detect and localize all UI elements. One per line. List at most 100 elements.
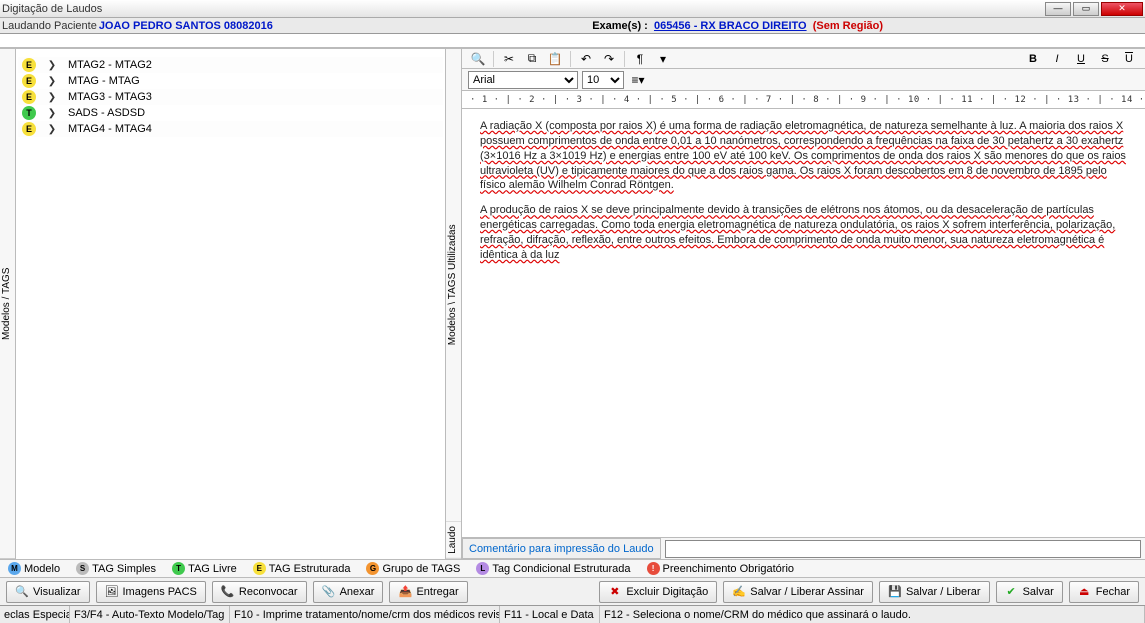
window-controls: — ▭ ✕ bbox=[1045, 2, 1143, 16]
mid-vertical-tabs: Modelos \ TAGS Ultilizadas Laudo bbox=[446, 49, 462, 559]
status-cell-2: F3/F4 - Auto-Texto Modelo/Tag bbox=[70, 606, 230, 623]
comment-input[interactable] bbox=[665, 540, 1141, 558]
tag-row[interactable]: E ❯ MTAG2 - MTAG2 bbox=[18, 57, 443, 73]
underline-icon[interactable]: U bbox=[1071, 50, 1091, 68]
tag-badge-icon: E bbox=[22, 90, 36, 104]
italic-icon[interactable]: I bbox=[1047, 50, 1067, 68]
minimize-button[interactable]: — bbox=[1045, 2, 1071, 16]
chevron-right-icon: ❯ bbox=[46, 124, 58, 135]
tab-modelos-tags[interactable]: Modelos / TAGS bbox=[0, 49, 15, 559]
window-title: Digitação de Laudos bbox=[2, 3, 102, 15]
entregar-button[interactable]: 📤Entregar bbox=[389, 581, 467, 603]
cut-icon[interactable]: ✂ bbox=[499, 50, 519, 68]
tag-badge-icon: E bbox=[22, 74, 36, 88]
chevron-right-icon: ❯ bbox=[46, 60, 58, 71]
close-button[interactable]: ✕ bbox=[1101, 2, 1143, 16]
patient-info-bar: Laudando Paciente JOAO PEDRO SANTOS 0808… bbox=[0, 18, 1145, 34]
top-spacer bbox=[0, 34, 1145, 48]
font-family-select[interactable]: Arial bbox=[468, 71, 578, 89]
disk-icon: 💾 bbox=[888, 585, 901, 598]
undo-icon[interactable]: ↶ bbox=[576, 50, 596, 68]
excluir-digitacao-button[interactable]: ✖Excluir Digitação bbox=[599, 581, 717, 603]
paste-icon[interactable]: 📋 bbox=[545, 50, 565, 68]
sign-icon: ✍ bbox=[732, 585, 745, 598]
editor-toolbar-2: Arial 10 ≡▾ bbox=[462, 69, 1145, 91]
legend-tag-simples: STAG Simples bbox=[76, 562, 156, 575]
editor-panel: 🔍 ✂ ⧉ 📋 ↶ ↷ ¶ ▾ B I U S U Arial bbox=[462, 49, 1145, 559]
salvar-liberar-assinar-button[interactable]: ✍Salvar / Liberar Assinar bbox=[723, 581, 873, 603]
legend-tag-livre: TTAG Livre bbox=[172, 562, 237, 575]
patient-label: Laudando Paciente bbox=[2, 20, 97, 32]
chevron-right-icon: ❯ bbox=[46, 92, 58, 103]
maximize-button[interactable]: ▭ bbox=[1073, 2, 1099, 16]
status-bar: eclas Especiais F3/F4 - Auto-Texto Model… bbox=[0, 605, 1145, 623]
status-cell-3: F10 - Imprime tratamento/nome/crm dos mé… bbox=[230, 606, 500, 623]
legend-tag-estruturada: ETAG Estruturada bbox=[253, 562, 351, 575]
comment-row: Comentário para impressão do Laudo bbox=[462, 537, 1145, 559]
exam-label: Exame(s) : bbox=[592, 20, 648, 32]
line-spacing-icon[interactable]: ≡▾ bbox=[628, 71, 648, 89]
tag-row[interactable]: E ❯ MTAG4 - MTAG4 bbox=[18, 121, 443, 137]
status-cell-5: F12 - Seleciona o nome/CRM do médico que… bbox=[600, 606, 1145, 623]
redo-icon[interactable]: ↷ bbox=[599, 50, 619, 68]
chevron-right-icon: ❯ bbox=[46, 108, 58, 119]
legend-modelo: MModelo bbox=[8, 562, 60, 575]
action-button-bar: 🔍Visualizar 🖼Imagens PACS 📞Reconvocar 📎A… bbox=[0, 577, 1145, 605]
left-vertical-tabs: Modelos / TAGS bbox=[0, 49, 16, 559]
tab-modelos-tags-utilizadas[interactable]: Modelos \ TAGS Ultilizadas bbox=[446, 49, 461, 522]
legend-tag-condicional: LTag Condicional Estruturada bbox=[476, 562, 630, 575]
check-icon: ✔ bbox=[1005, 585, 1018, 598]
copy-icon[interactable]: ⧉ bbox=[522, 50, 542, 68]
status-cell-4: F11 - Local e Data bbox=[500, 606, 600, 623]
ruler-marks: · 1 · | · 2 · | · 3 · | · 4 · | · 5 · | … bbox=[470, 95, 1145, 105]
image-icon: 🖼 bbox=[105, 585, 118, 598]
legend-obrigatorio: !Preenchimento Obrigatório bbox=[647, 562, 794, 575]
legend-row: MModelo STAG Simples TTAG Livre ETAG Est… bbox=[0, 559, 1145, 577]
fechar-button[interactable]: ⏏Fechar bbox=[1069, 581, 1139, 603]
salvar-liberar-button[interactable]: 💾Salvar / Liberar bbox=[879, 581, 990, 603]
door-icon: ⏏ bbox=[1078, 585, 1091, 598]
status-cell-1: eclas Especiais bbox=[0, 606, 70, 623]
tags-list: E ❯ MTAG2 - MTAG2 E ❯ MTAG - MTAG E ❯ MT… bbox=[16, 49, 445, 145]
find-icon[interactable]: 🔍 bbox=[468, 50, 488, 68]
editor-body[interactable]: A radiação X (composta por raios X) é um… bbox=[462, 109, 1145, 537]
exam-link[interactable]: 065456 - RX BRACO DIREITO bbox=[654, 20, 807, 32]
tag-row[interactable]: E ❯ MTAG - MTAG bbox=[18, 73, 443, 89]
paragraph-2: A produção de raios X se deve principalm… bbox=[480, 203, 1127, 262]
legend-grupo-tags: GGrupo de TAGS bbox=[366, 562, 460, 575]
tab-laudo[interactable]: Laudo bbox=[446, 522, 461, 559]
font-size-select[interactable]: 10 bbox=[582, 71, 624, 89]
horizontal-ruler[interactable]: · 1 · | · 2 · | · 3 · | · 4 · | · 5 · | … bbox=[462, 91, 1145, 109]
chevron-right-icon: ❯ bbox=[46, 76, 58, 87]
tag-badge-icon: E bbox=[22, 122, 36, 136]
phone-icon: 📞 bbox=[221, 585, 234, 598]
salvar-button[interactable]: ✔Salvar bbox=[996, 581, 1063, 603]
overline-icon[interactable]: U bbox=[1119, 50, 1139, 68]
pilcrow-icon[interactable]: ¶ bbox=[630, 50, 650, 68]
imagens-pacs-button[interactable]: 🖼Imagens PACS bbox=[96, 581, 206, 603]
tag-label: SADS - ASDSD bbox=[68, 107, 145, 119]
tag-row[interactable]: T ❯ SADS - ASDSD bbox=[18, 105, 443, 121]
reconvocar-button[interactable]: 📞Reconvocar bbox=[212, 581, 307, 603]
attach-icon: 📎 bbox=[322, 585, 335, 598]
tag-badge-icon: E bbox=[22, 58, 36, 72]
bold-icon[interactable]: B bbox=[1023, 50, 1043, 68]
window-title-bar: Digitação de Laudos — ▭ ✕ bbox=[0, 0, 1145, 18]
tag-row[interactable]: E ❯ MTAG3 - MTAG3 bbox=[18, 89, 443, 105]
deliver-icon: 📤 bbox=[398, 585, 411, 598]
tag-badge-icon: T bbox=[22, 106, 36, 120]
magnifier-icon: 🔍 bbox=[15, 585, 28, 598]
tag-label: MTAG - MTAG bbox=[68, 75, 140, 87]
visualizar-button[interactable]: 🔍Visualizar bbox=[6, 581, 90, 603]
main-content: Modelos / TAGS E ❯ MTAG2 - MTAG2 E ❯ MTA… bbox=[0, 48, 1145, 559]
strike-icon[interactable]: S bbox=[1095, 50, 1115, 68]
tag-label: MTAG4 - MTAG4 bbox=[68, 123, 152, 135]
caret-icon[interactable]: ▾ bbox=[653, 50, 673, 68]
exam-info: Exame(s) : 065456 - RX BRACO DIREITO (Se… bbox=[592, 20, 883, 32]
comment-label: Comentário para impressão do Laudo bbox=[462, 538, 661, 559]
format-group: B I U S U bbox=[1023, 50, 1139, 68]
editor-toolbar-1: 🔍 ✂ ⧉ 📋 ↶ ↷ ¶ ▾ B I U S U bbox=[462, 49, 1145, 69]
anexar-button[interactable]: 📎Anexar bbox=[313, 581, 384, 603]
delete-icon: ✖ bbox=[608, 585, 621, 598]
exam-no-region: (Sem Região) bbox=[813, 20, 883, 32]
